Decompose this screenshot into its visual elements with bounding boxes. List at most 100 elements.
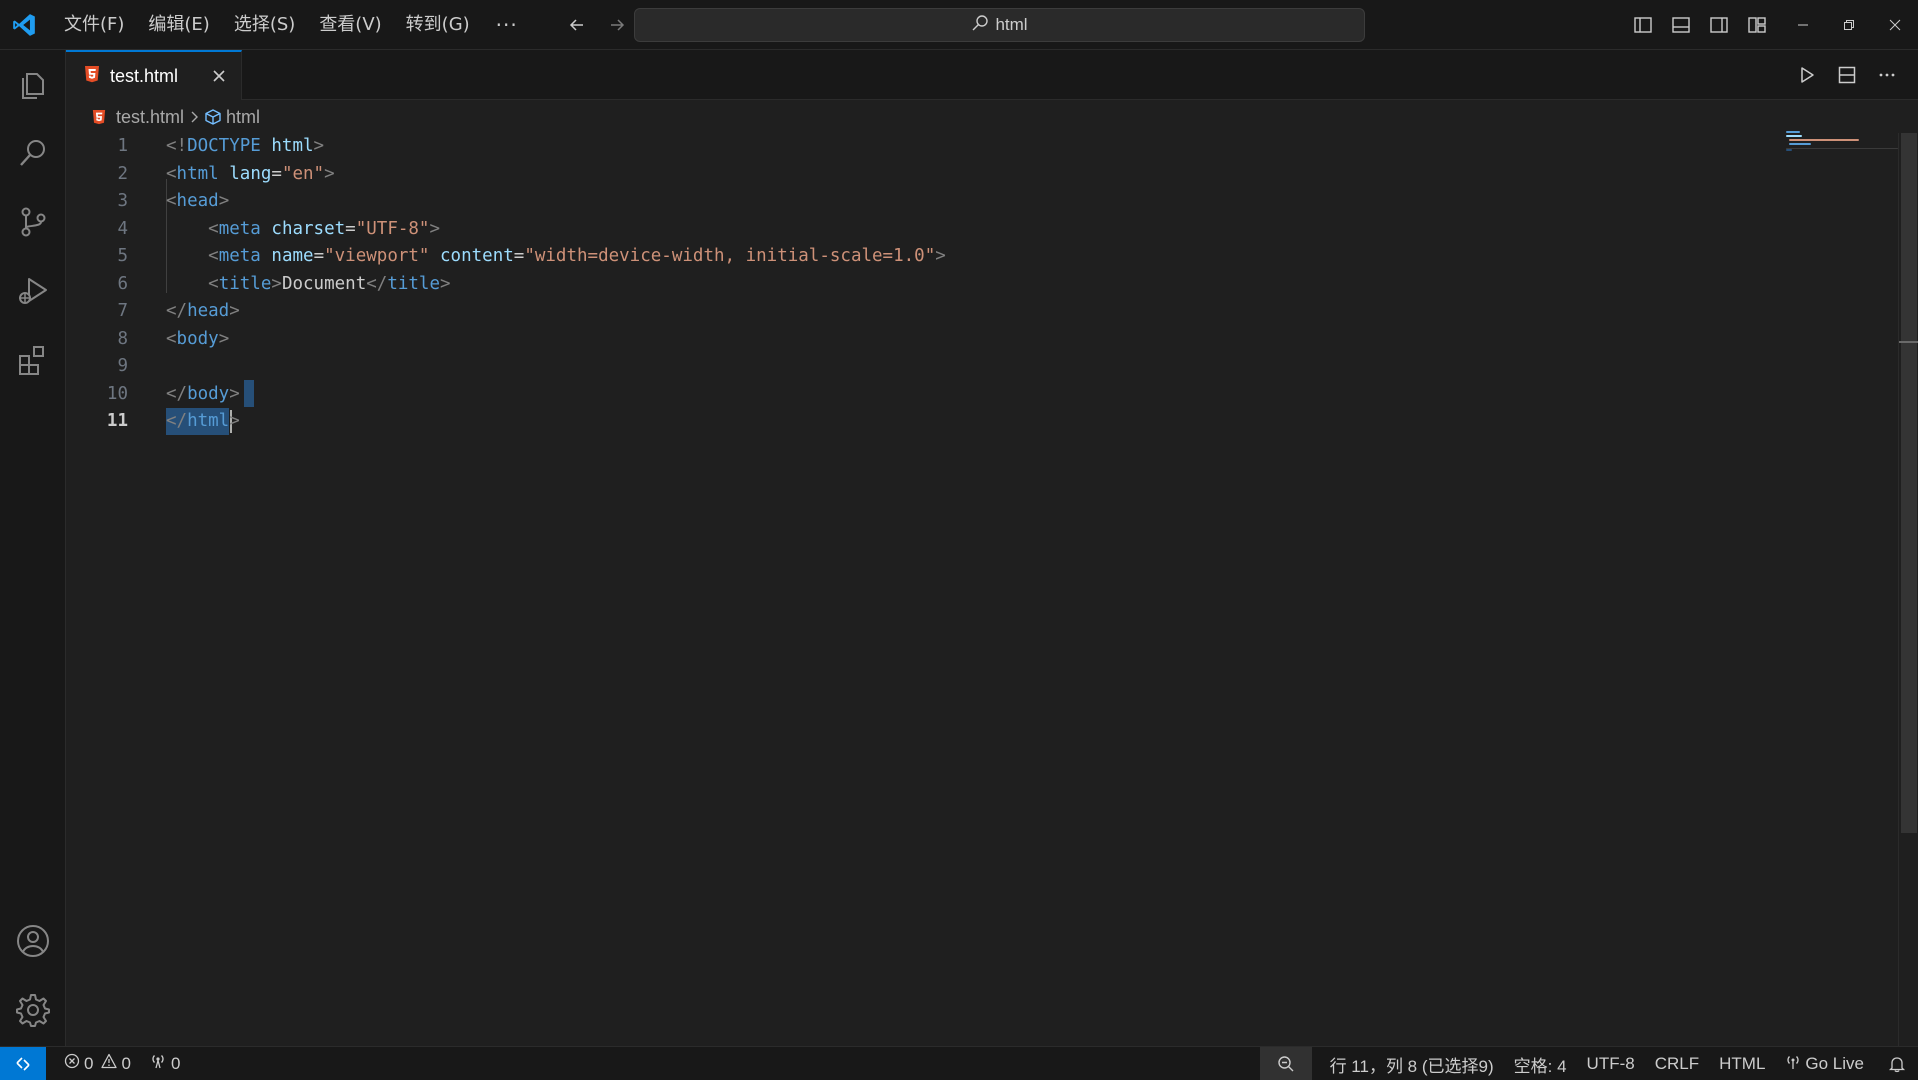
minimize-icon[interactable] [1780, 0, 1826, 50]
search-sidebar-icon[interactable] [0, 120, 66, 186]
customize-layout-icon[interactable] [1744, 12, 1770, 38]
code-line[interactable]: 1 <!DOCTYPE html> [66, 133, 1766, 161]
status-bar: 0 0 0 行 11，列 8 (已选择9) 空格: 4 UTF-8 CRLF H… [0, 1046, 1918, 1080]
menu-selection[interactable]: 选择(S) [222, 9, 307, 41]
close-tab-icon[interactable] [207, 64, 231, 88]
file-encoding[interactable]: UTF-8 [1577, 1047, 1645, 1080]
settings-gear-icon[interactable] [0, 977, 66, 1043]
line-number: 8 [117, 328, 128, 349]
forward-arrow-icon[interactable] [602, 10, 632, 40]
close-window-icon[interactable] [1872, 0, 1918, 50]
error-count: 0 [84, 1053, 94, 1073]
code-text: </head> [166, 301, 240, 321]
run-icon[interactable] [1794, 62, 1820, 88]
code-text: <body> [166, 328, 230, 349]
code-line[interactable]: 8 <body> [66, 326, 1766, 354]
menu-file[interactable]: 文件(F) [52, 9, 136, 41]
warning-icon [101, 1053, 118, 1074]
problems-indicator[interactable]: 0 0 [58, 1047, 137, 1080]
navigation-arrows [562, 10, 632, 40]
go-live-label: Go Live [1805, 1054, 1864, 1073]
ports-count: 0 [170, 1053, 181, 1073]
extensions-icon[interactable] [0, 327, 66, 393]
line-number: 5 [117, 246, 128, 266]
breadcrumb-symbol[interactable]: html [226, 107, 260, 128]
chevron-right-icon [188, 110, 200, 124]
code-line[interactable]: 10 </body> [66, 381, 1766, 409]
code-line[interactable]: 9 [66, 353, 1766, 381]
toggle-secondary-sidebar-icon[interactable] [1706, 12, 1732, 38]
error-icon [64, 1053, 80, 1074]
language-mode[interactable]: HTML [1709, 1047, 1775, 1080]
code-editor[interactable]: 1 <!DOCTYPE html> 2 <html lang="en"> 3 <head>… [66, 133, 1898, 1046]
title-bar: 文件(F) 编辑(E) 选择(S) 查看(V) 转到(G) ··· html [0, 0, 1918, 50]
code-line[interactable]: 4 <meta charset="UTF-8"> [66, 216, 1766, 244]
line-number: 4 [117, 218, 128, 239]
code-text: <title>Document</title> [208, 273, 451, 294]
breadcrumb: test.html html [66, 101, 260, 133]
restore-icon[interactable] [1826, 0, 1872, 50]
symbol-element-icon [204, 109, 222, 125]
line-number: 2 [117, 163, 128, 184]
cursor-scroll-marker [1899, 341, 1918, 343]
code-line[interactable]: 5 <meta name="viewport" content="width=d… [66, 243, 1766, 271]
code-text: <meta charset="UTF-8"> [208, 218, 441, 239]
split-editor-icon[interactable] [1834, 62, 1860, 88]
toggle-primary-sidebar-icon[interactable] [1630, 12, 1656, 38]
html-file-icon [84, 65, 100, 88]
vscode-logo-icon [2, 0, 46, 50]
menu-more[interactable]: ··· [482, 9, 532, 41]
end-of-line[interactable]: CRLF [1645, 1047, 1709, 1080]
code-line[interactable]: 7 </head> [66, 298, 1766, 326]
remote-window-icon[interactable] [0, 1046, 46, 1080]
menu-goto[interactable]: 转到(G) [394, 9, 482, 41]
notifications-bell-icon[interactable] [1874, 1047, 1918, 1080]
vertical-scrollbar[interactable] [1898, 133, 1918, 1046]
code-text: <head> [166, 191, 230, 211]
code-line[interactable]: 3 <head> [66, 188, 1766, 216]
code-text: </html> [166, 411, 240, 431]
more-actions-icon[interactable] [1874, 62, 1900, 88]
line-number: 7 [117, 301, 128, 321]
code-line[interactable]: 11 </html> [66, 408, 1766, 436]
source-control-icon[interactable] [0, 189, 66, 255]
html-file-icon [92, 109, 106, 125]
command-center-label: html [995, 15, 1028, 34]
line-number: 6 [117, 273, 128, 294]
tab-test-html[interactable]: test.html [66, 50, 242, 100]
broadcast-icon [149, 1053, 167, 1074]
search-icon [971, 14, 989, 37]
go-live-button[interactable]: Go Live [1775, 1047, 1874, 1080]
code-text: </body> [166, 383, 240, 404]
minimap[interactable] [1786, 130, 1898, 166]
menu-edit[interactable]: 编辑(E) [136, 9, 221, 41]
layout-controls [1630, 0, 1770, 50]
activity-bar [0, 50, 66, 1046]
back-arrow-icon[interactable] [562, 10, 592, 40]
code-line[interactable]: 2 <html lang="en"> [66, 161, 1766, 189]
zoom-out-icon[interactable] [1259, 1047, 1312, 1080]
line-number: 3 [117, 191, 128, 211]
accounts-icon[interactable] [0, 908, 66, 974]
editor-tabs-bar: test.html [66, 50, 1918, 100]
line-number: 11 [106, 411, 128, 431]
code-text: <!DOCTYPE html> [166, 136, 325, 156]
code-text: <html lang="en"> [166, 163, 335, 184]
ports-indicator[interactable]: 0 [143, 1047, 186, 1080]
indentation[interactable]: 空格: 4 [1504, 1047, 1577, 1080]
breadcrumb-file[interactable]: test.html [116, 107, 184, 128]
menu-bar: 文件(F) 编辑(E) 选择(S) 查看(V) 转到(G) ··· [52, 0, 532, 50]
command-center-search[interactable]: html [634, 8, 1365, 42]
cursor-position[interactable]: 行 11，列 8 (已选择9) [1320, 1047, 1504, 1080]
run-debug-icon[interactable] [0, 258, 66, 324]
line-number: 10 [106, 383, 128, 404]
tab-label: test.html [110, 65, 179, 86]
toggle-panel-icon[interactable] [1668, 12, 1694, 38]
line-number: 9 [117, 356, 128, 376]
explorer-icon[interactable] [0, 52, 66, 118]
code-line[interactable]: 6 <title>Document</title> [66, 271, 1766, 299]
window-controls [1780, 0, 1918, 50]
menu-view[interactable]: 查看(V) [307, 9, 393, 41]
line-number: 1 [117, 136, 128, 156]
scrollbar-thumb[interactable] [1901, 133, 1917, 833]
